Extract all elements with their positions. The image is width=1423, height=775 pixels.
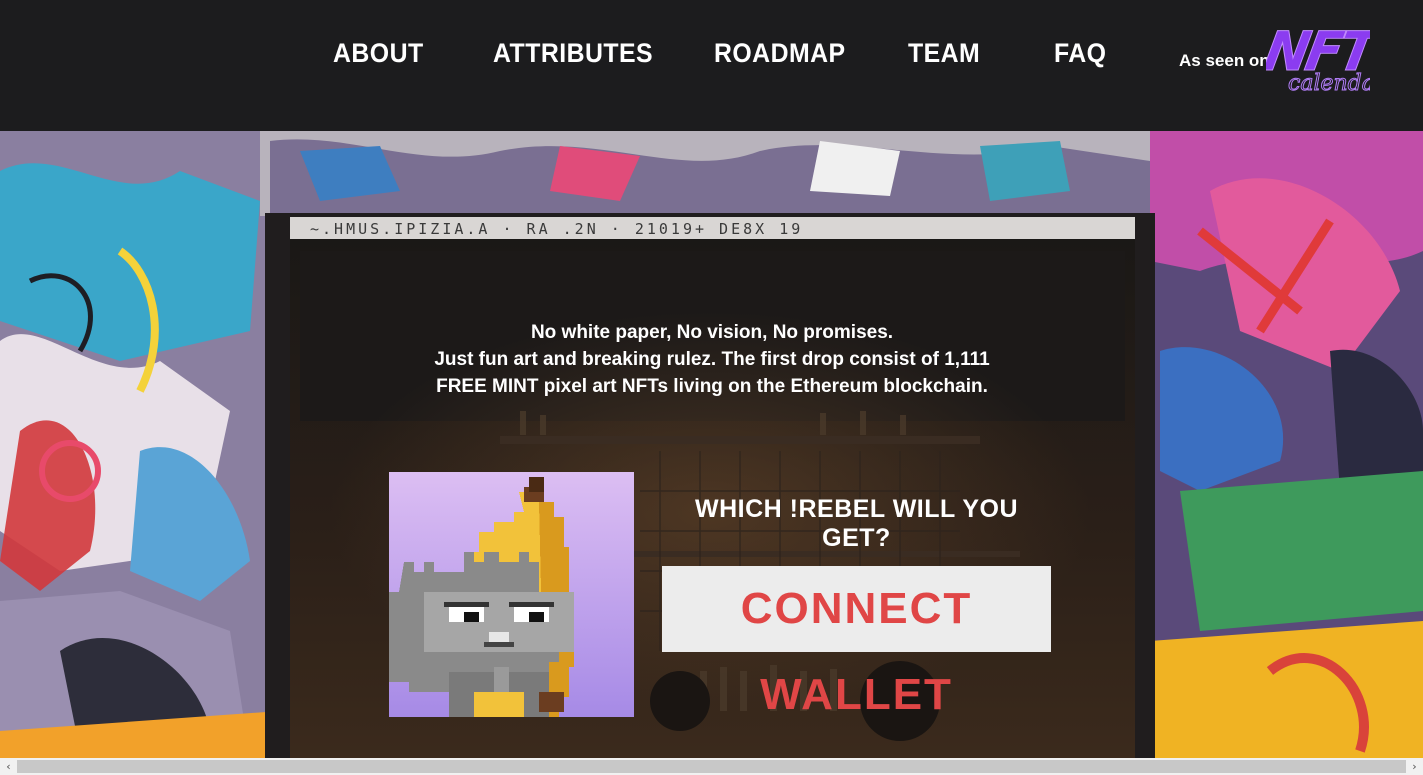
hero-section: ~.HMUS.IPIZIA.A · RA .2N · 21019+ DE8X 1… [0, 131, 1423, 758]
which-rebel-heading: WHICH !REBEL WILL YOU GET? [695, 495, 1018, 552]
horizontal-scrollbar[interactable]: ‹ › [0, 758, 1423, 775]
scroll-left-arrow-icon[interactable]: ‹ [0, 758, 17, 775]
nav-faq-link[interactable]: FAQ [1054, 38, 1106, 69]
connect-wallet-button[interactable]: CONNECT WALLET [662, 566, 1051, 719]
nav-about-link[interactable]: ABOUT [333, 38, 424, 69]
rebel-nft-preview-image [389, 472, 634, 717]
as-seen-on-label: As seen on [1179, 51, 1270, 70]
intro-line: Just fun art and breaking rulez. The fir… [434, 349, 990, 370]
nav-roadmap-link[interactable]: ROADMAP [714, 38, 846, 69]
nft-calendar-logo[interactable]: NFT calendar [1266, 12, 1370, 100]
scrollbar-thumb[interactable] [17, 760, 1406, 773]
intro-text: No white paper, No vision, No promises. … [412, 319, 1012, 400]
calendar-script-text: calendar [1288, 71, 1370, 96]
intro-line: No white paper, No vision, No promises. [530, 322, 894, 343]
top-navigation-bar: ABOUT ATTRIBUTES ROADMAP TEAM FAQ As see… [0, 0, 1423, 131]
nav-team-link[interactable]: TEAM [908, 38, 980, 69]
intro-line: FREE MINT pixel art NFTs living on the E… [436, 376, 988, 397]
svg-text:~.HMUS.IPIZIA.A · RA .2N · 210: ~.HMUS.IPIZIA.A · RA .2N · 21019+ DE8X 1… [310, 220, 803, 238]
scroll-right-arrow-icon[interactable]: › [1406, 758, 1423, 775]
graffiti-wall-background: ~.HMUS.IPIZIA.A · RA .2N · 21019+ DE8X 1… [0, 131, 1423, 758]
nav-attributes-link[interactable]: ATTRIBUTES [493, 38, 653, 69]
